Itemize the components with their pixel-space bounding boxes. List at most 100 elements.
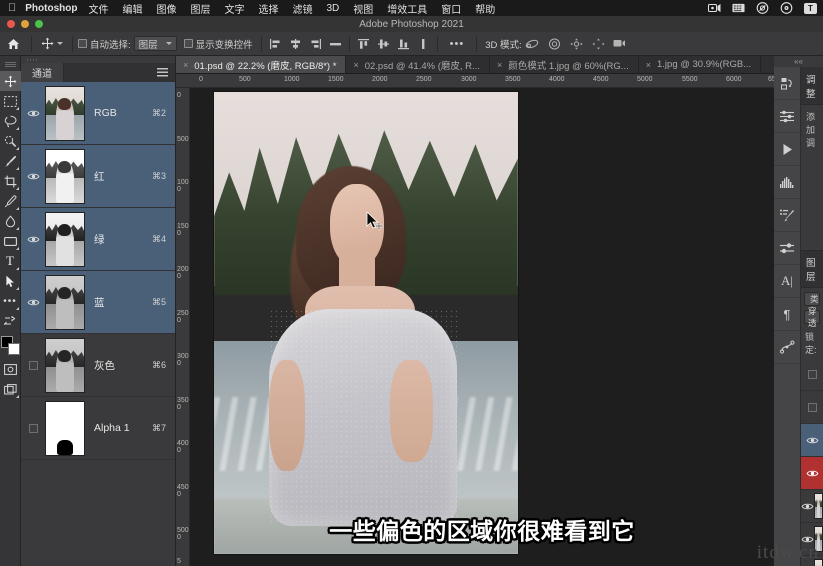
menu-item-image[interactable]: 图像 [149,1,183,16]
quick-selection-tool[interactable] [0,131,21,151]
lasso-tool[interactable] [0,111,21,131]
chevron-down-icon[interactable] [57,42,63,45]
channel-row-alpha1[interactable]: Alpha 1 ⌘7 [21,397,175,460]
channel-visibility-toggle[interactable] [21,109,45,118]
canvas-image[interactable] [214,92,518,554]
menu-item-3d[interactable]: 3D [319,3,346,14]
layers-panel-title[interactable]: 图层 [801,250,823,288]
layers-blend-mode-dropdown[interactable]: 穿透 [804,306,820,328]
type-tool[interactable]: T [0,251,21,271]
show-transform-checkbox[interactable] [183,39,193,48]
layer-visibility-toggle[interactable] [801,469,823,478]
text-input-icon[interactable]: T [804,2,817,14]
document-tab-02psd[interactable]: × 02.psd @ 41.4% (磨皮, R... [346,56,490,73]
close-button[interactable] [7,20,15,28]
background-color-swatch[interactable] [7,343,20,355]
home-icon[interactable] [0,38,26,50]
menu-item-layer[interactable]: 图层 [183,1,217,16]
channel-row-rgb[interactable]: RGB ⌘2 [21,82,175,145]
chevron-down-icon[interactable] [165,42,172,45]
document-tab-colormode1jpg[interactable]: × 颜色模式 1.jpg @ 60%(RG... [489,56,639,73]
layer-visibility-toggle[interactable] [801,369,823,379]
camera-3d-icon[interactable] [613,36,628,51]
horizontal-ruler[interactable]: 0 500 1000 1500 2000 2500 3000 3500 4000… [176,74,774,88]
close-icon[interactable]: × [183,60,188,70]
slide-3d-icon[interactable] [591,36,606,51]
layer-row-highlighted[interactable] [801,457,823,490]
channels-panel-grip[interactable] [21,56,175,63]
blur-tool[interactable] [0,211,21,231]
tab-channels[interactable]: 通道 [21,63,64,82]
channel-visibility-toggle[interactable] [21,172,45,181]
pan-3d-icon[interactable] [569,36,584,51]
eyedropper-tool[interactable] [0,191,21,211]
crop-tool[interactable] [0,171,21,191]
tool-more-indicator[interactable] [16,246,19,250]
channel-visibility-toggle[interactable] [21,360,45,370]
menu-item-select[interactable]: 选择 [251,1,285,16]
creative-cloud-icon[interactable] [756,2,769,14]
move-tool[interactable] [0,71,21,91]
visibility-off-box[interactable] [28,360,38,370]
tool-more-indicator[interactable] [16,394,19,398]
orbit-3d-icon[interactable] [525,36,540,51]
layer-visibility-toggle[interactable] [801,402,823,412]
rectangle-tool[interactable] [0,231,21,251]
maximize-button[interactable] [35,20,43,28]
layer-visibility-toggle[interactable] [801,502,814,511]
adjustments-panel-title[interactable]: 调整 [801,67,823,105]
tool-more-indicator[interactable] [16,226,19,230]
minimize-button[interactable] [21,20,29,28]
layers-filter-input[interactable]: 类 [804,292,820,306]
screen-record-icon[interactable] [708,3,721,14]
menu-item-edit[interactable]: 编辑 [115,1,149,16]
menu-app-name[interactable]: Photoshop [25,3,81,14]
marquee-tool[interactable] [0,91,21,111]
menu-item-view[interactable]: 视图 [346,1,380,16]
current-tool-move[interactable] [37,37,67,50]
properties-icon[interactable] [774,232,800,265]
menu-item-window[interactable]: 窗口 [434,1,468,16]
character-icon[interactable]: A| [774,265,800,298]
align-left-icon[interactable] [267,36,284,52]
brush-tool[interactable] [0,151,21,171]
menu-item-plugins[interactable]: 增效工具 [380,1,434,16]
layer-visibility-toggle[interactable] [801,436,823,445]
menu-item-type[interactable]: 文字 [217,1,251,16]
channel-row-gray[interactable]: 灰色 ⌘6 [21,334,175,397]
align-right-icon[interactable] [307,36,324,52]
paths-icon[interactable] [774,331,800,364]
edit-toolbar-button[interactable] [0,311,21,331]
tool-more-indicator[interactable] [16,106,19,110]
channel-visibility-toggle[interactable] [21,235,45,244]
quick-mask-icon[interactable] [0,359,21,379]
more-options-button[interactable]: ••• [443,38,472,50]
visibility-off-box[interactable] [807,369,817,379]
screen-mode-icon[interactable] [0,379,21,399]
auto-select-checkbox[interactable] [78,39,87,48]
align-center-v-icon[interactable] [375,36,392,52]
roll-3d-icon[interactable] [547,36,562,51]
channel-visibility-toggle[interactable] [21,423,45,433]
collapse-panels-icon[interactable]: «« [774,56,823,67]
path-selection-tool[interactable] [0,271,21,291]
channel-row-blue[interactable]: 蓝 ⌘5 [21,271,175,334]
close-icon[interactable]: × [353,60,358,70]
close-icon[interactable]: × [497,60,502,70]
layer-row[interactable] [801,391,823,424]
auto-select-dropdown[interactable]: 图层 [133,36,177,51]
distribute-h-icon[interactable] [327,36,344,52]
tool-more-indicator[interactable] [16,146,19,150]
apple-menu-icon[interactable]:  [0,2,25,14]
more-tools-button[interactable]: ••• [0,291,21,311]
panel-menu-icon[interactable] [157,68,168,77]
histogram-icon[interactable] [774,166,800,199]
visibility-off-box[interactable] [28,423,38,433]
align-top-icon[interactable] [355,36,372,52]
tool-more-indicator[interactable] [16,306,19,310]
tool-more-indicator[interactable] [16,286,19,290]
actions-icon[interactable] [774,133,800,166]
channel-row-red[interactable]: 红 ⌘3 [21,145,175,208]
align-bottom-icon[interactable] [395,36,412,52]
toolbar-grip[interactable] [4,62,16,67]
